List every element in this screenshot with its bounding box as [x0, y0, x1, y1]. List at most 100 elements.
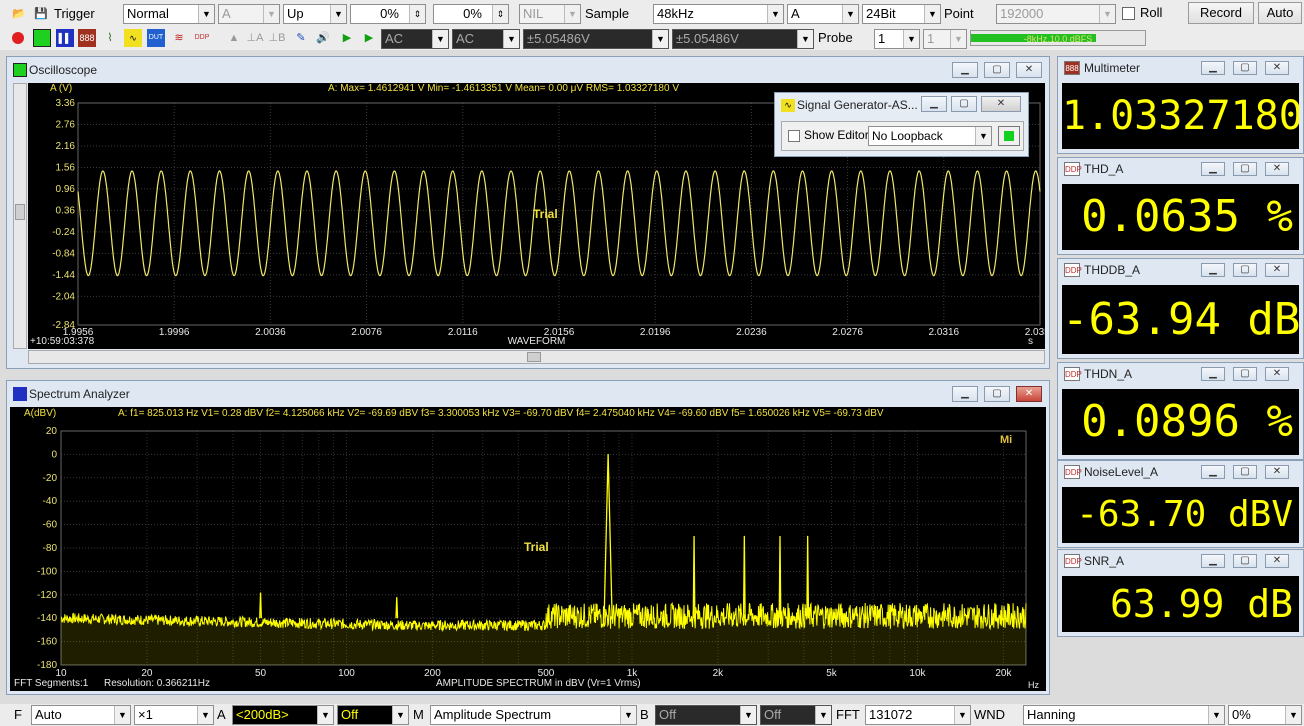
fft-size-select[interactable]: 131072 ▼: [865, 705, 971, 725]
points-select[interactable]: 192000 ▼: [996, 4, 1116, 24]
horizontal-scrollbar[interactable]: [28, 350, 1045, 364]
close-button[interactable]: ✕: [981, 96, 1021, 112]
x-tick-label: 50: [255, 668, 267, 679]
close-button[interactable]: ✕: [1265, 61, 1289, 75]
off-select-a[interactable]: Off ▼: [337, 705, 409, 725]
freq-mode-select[interactable]: Auto ▼: [31, 705, 131, 725]
close-button[interactable]: ✕: [1265, 367, 1289, 381]
device-icon[interactable]: ▲: [225, 29, 243, 47]
maximize-button[interactable]: ▢: [1233, 554, 1257, 568]
save-icon[interactable]: 💾: [32, 5, 50, 23]
close-button[interactable]: ✕: [1265, 263, 1289, 277]
range-b-select[interactable]: ±5.05486V ▼: [672, 29, 814, 49]
trigger-level-spin[interactable]: 0% ⇕: [350, 4, 426, 24]
trigger-mode-select[interactable]: Normal ▼: [123, 4, 215, 24]
channel-b-icon[interactable]: ⊥B: [268, 29, 286, 47]
spectrum-screen: 20 0 -20 -40 -60 -80 -100 -120 -140 -160 -180 10 20 5…: [10, 407, 1046, 691]
maximize-button[interactable]: ▢: [1233, 61, 1257, 75]
minimize-button[interactable]: ▁: [1201, 465, 1225, 479]
off-select-b[interactable]: Off ▼: [655, 705, 757, 725]
vertical-scrollbar[interactable]: [13, 83, 27, 349]
coupling-a-select[interactable]: AC ▼: [381, 29, 449, 49]
speaker-icon[interactable]: 🔊: [314, 29, 332, 47]
minimize-button[interactable]: ▁: [1201, 162, 1225, 176]
spectrum-peak: [742, 535, 746, 619]
maximize-button[interactable]: ▢: [1233, 263, 1257, 277]
window-select[interactable]: Hanning ▼: [1023, 705, 1225, 725]
record-button[interactable]: Record: [1188, 2, 1254, 24]
minimize-button[interactable]: ▁: [1201, 263, 1225, 277]
marker-mi-icon[interactable]: Mi: [1000, 434, 1012, 446]
spectrum-title: Spectrum Analyzer: [29, 387, 130, 401]
minimize-button[interactable]: ▁: [952, 62, 978, 78]
pre-trigger-spin[interactable]: 0% ⇕: [433, 4, 509, 24]
probe-a-select[interactable]: 1 ▼: [874, 29, 920, 49]
spectrum-icon[interactable]: ▌▌: [56, 29, 74, 47]
ddp-icon: DDP: [1064, 162, 1082, 176]
close-button[interactable]: ✕: [1265, 554, 1289, 568]
auto-button[interactable]: Auto: [1258, 2, 1302, 24]
meter-title: THDDB_A: [1084, 263, 1141, 277]
channel-a-icon[interactable]: ⊥A: [246, 29, 264, 47]
play-icon[interactable]: ▶: [338, 29, 356, 47]
zoom-select[interactable]: ×1 ▼: [134, 705, 214, 725]
y-tick-label: -0.24: [52, 227, 75, 238]
close-button[interactable]: ✕: [1265, 465, 1289, 479]
generator-icon[interactable]: ∿: [124, 29, 142, 47]
oscilloscope-icon[interactable]: [33, 29, 51, 47]
phase-icon[interactable]: ⌇: [101, 29, 119, 47]
maximize-button[interactable]: ▢: [1233, 367, 1257, 381]
close-button[interactable]: ✕: [1016, 386, 1042, 402]
close-button[interactable]: ✕: [1265, 162, 1289, 176]
nil-select[interactable]: NIL ▼: [519, 4, 581, 24]
loopback-select[interactable]: No Loopback ▼: [868, 126, 992, 146]
open-folder-icon[interactable]: 📂: [10, 5, 28, 23]
sweep-icon[interactable]: ≋: [170, 29, 188, 47]
off-select-c[interactable]: Off ▼: [760, 705, 832, 725]
minimize-button[interactable]: ▁: [1201, 554, 1225, 568]
input-level-meter: -8kHz,10.0 dBFS: [970, 30, 1146, 46]
minimize-button[interactable]: ▁: [1201, 367, 1225, 381]
ddp-icon[interactable]: DDP: [193, 29, 211, 47]
x-tick-label: 100: [338, 668, 355, 679]
sample-rate-select[interactable]: 48kHz ▼: [653, 4, 784, 24]
multimeter-icon[interactable]: 888: [78, 29, 96, 47]
bit-depth-select[interactable]: 24Bit ▼: [862, 4, 941, 24]
roll-checkbox[interactable]: [1122, 7, 1135, 20]
trigger-channel-select[interactable]: A ▼: [218, 4, 280, 24]
maximize-button[interactable]: ▢: [984, 62, 1010, 78]
snr-window: DDP SNR_A ▁ ▢ ✕ 63.99 dB: [1057, 549, 1304, 637]
minimize-button[interactable]: ▁: [952, 386, 978, 402]
coupling-b-select[interactable]: AC ▼: [452, 29, 520, 49]
meter-value: -63.70 dBV: [1062, 487, 1299, 543]
close-button[interactable]: ✕: [1016, 62, 1042, 78]
spin-icon: ⇕: [409, 5, 425, 23]
record-dot-icon[interactable]: [12, 32, 24, 44]
probe-b-select[interactable]: 1 ▼: [923, 29, 967, 49]
spec-x-unit: Hz: [1028, 680, 1039, 690]
scroll-thumb[interactable]: [15, 204, 25, 220]
maximize-button[interactable]: ▢: [951, 96, 977, 112]
minimize-button[interactable]: ▁: [921, 96, 947, 112]
chevron-down-icon: ▼: [317, 706, 333, 724]
chevron-down-icon: ▼: [1208, 706, 1224, 724]
show-editor-checkbox[interactable]: [788, 130, 800, 142]
generator-run-button[interactable]: [998, 126, 1020, 146]
maximize-button[interactable]: ▢: [1233, 465, 1257, 479]
play-step-icon[interactable]: ▶: [360, 29, 378, 47]
y-tick-label: 0.96: [56, 184, 76, 195]
scroll-thumb[interactable]: [527, 352, 541, 362]
trigger-edge-select[interactable]: Up ▼: [283, 4, 347, 24]
chevron-down-icon: ▼: [620, 706, 636, 724]
range-select[interactable]: <200dB> ▼: [232, 705, 334, 725]
overlap-select[interactable]: 0% ▼: [1228, 705, 1302, 725]
probe-tool-icon[interactable]: ✎: [292, 29, 310, 47]
dut-icon[interactable]: DUT: [147, 29, 165, 47]
range-a-select[interactable]: ±5.05486V ▼: [523, 29, 669, 49]
maximize-button[interactable]: ▢: [984, 386, 1010, 402]
minimize-button[interactable]: ▁: [1201, 61, 1225, 75]
channel-select[interactable]: A ▼: [787, 4, 859, 24]
spectrum-mode-select[interactable]: Amplitude Spectrum ▼: [430, 705, 637, 725]
maximize-button[interactable]: ▢: [1233, 162, 1257, 176]
y-tick-label: -1.44: [52, 270, 75, 281]
